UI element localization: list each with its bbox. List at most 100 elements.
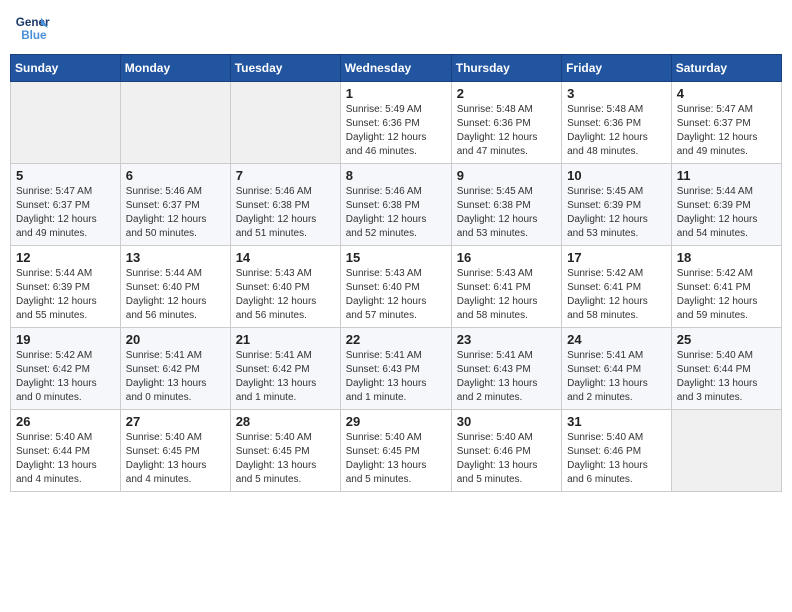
calendar-cell: 27 Sunrise: 5:40 AM Sunset: 6:45 PM Dayli… <box>120 410 230 492</box>
calendar-header-wednesday: Wednesday <box>340 55 451 82</box>
calendar-cell: 15Sunrise: 5:43 AM Sunset: 6:40 PM Dayli… <box>340 246 451 328</box>
calendar-week-row: 19 Sunrise: 5:42 AM Sunset: 6:42 PM Dayli… <box>11 328 782 410</box>
day-info: Sunrise: 5:42 AM Sunset: 6:41 PM Dayligh… <box>567 267 666 323</box>
calendar-week-row: 26Sunrise: 5:40 AM Sunset: 6:44 PM Dayli… <box>11 410 782 492</box>
day-info: Sunrise: 5:42 AM Sunset: 6:42 PM Dayligh… <box>16 349 115 405</box>
calendar-week-row: 1 Sunrise: 5:49 AM Sunset: 6:36 PM Daylig… <box>11 82 782 164</box>
day-number: 12 <box>16 250 115 265</box>
day-number: 21 <box>236 332 335 347</box>
day-number: 31 <box>567 414 666 429</box>
day-number: 5 <box>16 168 115 183</box>
svg-text:General: General <box>16 16 50 29</box>
day-number: 23 <box>457 332 556 347</box>
calendar-cell: 14 Sunrise: 5:43 AM Sunset: 6:40 PM Dayli… <box>230 246 340 328</box>
calendar-cell: 2Sunrise: 5:48 AM Sunset: 6:36 PM Daylig… <box>451 82 561 164</box>
calendar-cell <box>230 82 340 164</box>
day-info: Sunrise: 5:48 AM Sunset: 6:36 PM Dayligh… <box>457 103 556 159</box>
calendar-header-row: SundayMondayTuesdayWednesdayThursdayFrid… <box>11 55 782 82</box>
calendar-cell: 22 Sunrise: 5:41 AM Sunset: 6:43 PM Dayli… <box>340 328 451 410</box>
day-number: 26 <box>16 414 115 429</box>
calendar-cell <box>671 410 781 492</box>
day-info: Sunrise: 5:40 AM Sunset: 6:45 PM Dayligh… <box>236 431 335 487</box>
day-number: 3 <box>567 86 666 101</box>
day-number: 13 <box>126 250 225 265</box>
day-info: Sunrise: 5:48 AM Sunset: 6:36 PM Dayligh… <box>567 103 666 159</box>
calendar-cell: 16 Sunrise: 5:43 AM Sunset: 6:41 PM Dayli… <box>451 246 561 328</box>
day-number: 22 <box>346 332 446 347</box>
day-number: 18 <box>677 250 776 265</box>
day-info: Sunrise: 5:41 AM Sunset: 6:42 PM Dayligh… <box>236 349 335 405</box>
day-info: Sunrise: 5:45 AM Sunset: 6:39 PM Dayligh… <box>567 185 666 241</box>
day-number: 29 <box>346 414 446 429</box>
calendar-cell: 28 Sunrise: 5:40 AM Sunset: 6:45 PM Dayli… <box>230 410 340 492</box>
calendar-cell: 23 Sunrise: 5:41 AM Sunset: 6:43 PM Dayli… <box>451 328 561 410</box>
day-number: 11 <box>677 168 776 183</box>
calendar-cell: 25Sunrise: 5:40 AM Sunset: 6:44 PM Dayli… <box>671 328 781 410</box>
day-number: 16 <box>457 250 556 265</box>
day-number: 8 <box>346 168 446 183</box>
day-info: Sunrise: 5:46 AM Sunset: 6:38 PM Dayligh… <box>236 185 335 241</box>
day-info: Sunrise: 5:40 AM Sunset: 6:46 PM Dayligh… <box>567 431 666 487</box>
day-number: 30 <box>457 414 556 429</box>
day-number: 9 <box>457 168 556 183</box>
calendar-cell: 5 Sunrise: 5:47 AM Sunset: 6:37 PM Daylig… <box>11 164 121 246</box>
calendar-cell: 24 Sunrise: 5:41 AM Sunset: 6:44 PM Dayli… <box>562 328 672 410</box>
calendar-cell: 19 Sunrise: 5:42 AM Sunset: 6:42 PM Dayli… <box>11 328 121 410</box>
calendar-cell: 3 Sunrise: 5:48 AM Sunset: 6:36 PM Daylig… <box>562 82 672 164</box>
day-info: Sunrise: 5:45 AM Sunset: 6:38 PM Dayligh… <box>457 185 556 241</box>
calendar-table: SundayMondayTuesdayWednesdayThursdayFrid… <box>10 54 782 492</box>
calendar-header-monday: Monday <box>120 55 230 82</box>
day-info: Sunrise: 5:41 AM Sunset: 6:44 PM Dayligh… <box>567 349 666 405</box>
calendar-cell: 11 Sunrise: 5:44 AM Sunset: 6:39 PM Dayli… <box>671 164 781 246</box>
calendar-cell <box>11 82 121 164</box>
logo-icon: General Blue <box>14 10 50 46</box>
calendar-cell: 30 Sunrise: 5:40 AM Sunset: 6:46 PM Dayli… <box>451 410 561 492</box>
page-header: General Blue <box>10 10 782 46</box>
day-info: Sunrise: 5:43 AM Sunset: 6:41 PM Dayligh… <box>457 267 556 323</box>
day-info: Sunrise: 5:41 AM Sunset: 6:42 PM Dayligh… <box>126 349 225 405</box>
day-info: Sunrise: 5:44 AM Sunset: 6:39 PM Dayligh… <box>16 267 115 323</box>
calendar-cell: 31 Sunrise: 5:40 AM Sunset: 6:46 PM Dayli… <box>562 410 672 492</box>
calendar-cell: 4 Sunrise: 5:47 AM Sunset: 6:37 PM Daylig… <box>671 82 781 164</box>
calendar-cell: 26Sunrise: 5:40 AM Sunset: 6:44 PM Dayli… <box>11 410 121 492</box>
calendar-cell: 7Sunrise: 5:46 AM Sunset: 6:38 PM Daylig… <box>230 164 340 246</box>
day-number: 1 <box>346 86 446 101</box>
calendar-cell: 18 Sunrise: 5:42 AM Sunset: 6:41 PM Dayli… <box>671 246 781 328</box>
calendar-week-row: 12 Sunrise: 5:44 AM Sunset: 6:39 PM Dayli… <box>11 246 782 328</box>
calendar-cell: 20 Sunrise: 5:41 AM Sunset: 6:42 PM Dayli… <box>120 328 230 410</box>
day-info: Sunrise: 5:40 AM Sunset: 6:44 PM Dayligh… <box>677 349 776 405</box>
day-info: Sunrise: 5:44 AM Sunset: 6:40 PM Dayligh… <box>126 267 225 323</box>
day-info: Sunrise: 5:44 AM Sunset: 6:39 PM Dayligh… <box>677 185 776 241</box>
day-info: Sunrise: 5:40 AM Sunset: 6:45 PM Dayligh… <box>346 431 446 487</box>
day-info: Sunrise: 5:46 AM Sunset: 6:38 PM Dayligh… <box>346 185 446 241</box>
calendar-cell <box>120 82 230 164</box>
day-info: Sunrise: 5:43 AM Sunset: 6:40 PM Dayligh… <box>236 267 335 323</box>
day-info: Sunrise: 5:40 AM Sunset: 6:45 PM Dayligh… <box>126 431 225 487</box>
day-info: Sunrise: 5:41 AM Sunset: 6:43 PM Dayligh… <box>346 349 446 405</box>
logo: General Blue <box>14 10 54 46</box>
calendar-cell: 9 Sunrise: 5:45 AM Sunset: 6:38 PM Daylig… <box>451 164 561 246</box>
day-number: 19 <box>16 332 115 347</box>
day-info: Sunrise: 5:40 AM Sunset: 6:46 PM Dayligh… <box>457 431 556 487</box>
day-info: Sunrise: 5:42 AM Sunset: 6:41 PM Dayligh… <box>677 267 776 323</box>
day-info: Sunrise: 5:43 AM Sunset: 6:40 PM Dayligh… <box>346 267 446 323</box>
day-number: 28 <box>236 414 335 429</box>
day-number: 4 <box>677 86 776 101</box>
day-number: 10 <box>567 168 666 183</box>
day-info: Sunrise: 5:41 AM Sunset: 6:43 PM Dayligh… <box>457 349 556 405</box>
day-number: 24 <box>567 332 666 347</box>
calendar-cell: 21 Sunrise: 5:41 AM Sunset: 6:42 PM Dayli… <box>230 328 340 410</box>
day-info: Sunrise: 5:49 AM Sunset: 6:36 PM Dayligh… <box>346 103 446 159</box>
calendar-cell: 13 Sunrise: 5:44 AM Sunset: 6:40 PM Dayli… <box>120 246 230 328</box>
day-number: 14 <box>236 250 335 265</box>
day-number: 27 <box>126 414 225 429</box>
day-number: 6 <box>126 168 225 183</box>
calendar-header-sunday: Sunday <box>11 55 121 82</box>
calendar-header-saturday: Saturday <box>671 55 781 82</box>
day-info: Sunrise: 5:47 AM Sunset: 6:37 PM Dayligh… <box>16 185 115 241</box>
day-info: Sunrise: 5:47 AM Sunset: 6:37 PM Dayligh… <box>677 103 776 159</box>
calendar-cell: 6 Sunrise: 5:46 AM Sunset: 6:37 PM Daylig… <box>120 164 230 246</box>
day-number: 20 <box>126 332 225 347</box>
day-info: Sunrise: 5:46 AM Sunset: 6:37 PM Dayligh… <box>126 185 225 241</box>
calendar-week-row: 5 Sunrise: 5:47 AM Sunset: 6:37 PM Daylig… <box>11 164 782 246</box>
